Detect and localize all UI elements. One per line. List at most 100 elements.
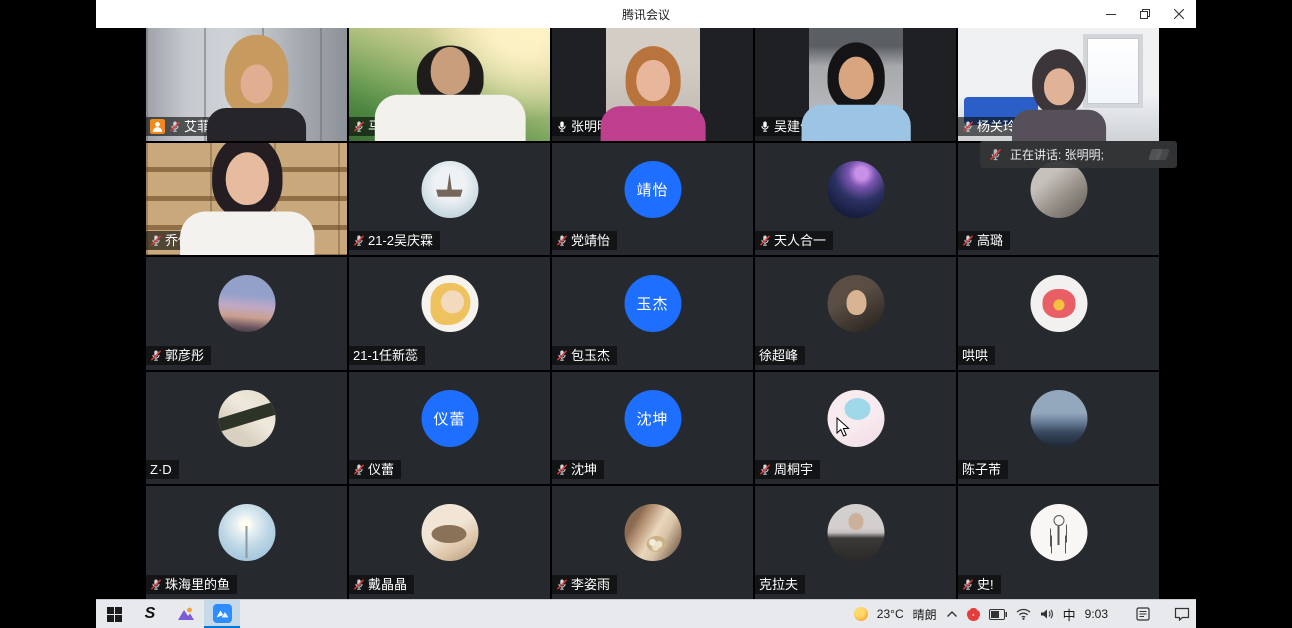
window-titlebar[interactable]: 腾讯会议 [96,0,1196,28]
wifi-icon[interactable] [1016,608,1031,620]
participant-name-label: Z·D [146,460,179,479]
participant-avatar: 玉杰 [624,275,681,332]
participant-tile[interactable]: 马院-刘韵秋 [349,28,550,141]
participant-video [349,28,550,141]
participant-name: 克拉夫 [759,577,798,592]
participant-tile[interactable]: 哄哄 [958,257,1159,370]
desktop-screen: 腾讯会议 [96,0,1196,628]
participant-avatar [1030,390,1087,447]
participant-name: 仪蕾 [368,462,394,477]
participant-name: 李姿雨 [571,577,610,592]
participant-name-label: 21-1任新蕊 [349,346,425,365]
participant-name-label: 天人合一 [755,231,833,250]
participant-tile[interactable]: 郭彦彤 [146,257,347,370]
volume-icon[interactable] [1040,608,1054,620]
participant-name: 党靖怡 [571,233,610,248]
participant-name: 徐超峰 [759,348,798,363]
mic-muted-icon [150,578,162,591]
tencent-meeting-app-icon [213,604,232,623]
participant-name-label: 党靖怡 [552,231,617,250]
participant-name-label: 克拉夫 [755,575,805,594]
participant-tile[interactable]: 吴建伟 [755,28,956,141]
participant-tile[interactable]: 玉杰 包玉杰 [552,257,753,370]
tray-chevron-up-icon[interactable] [946,610,958,618]
mic-muted-icon [759,234,771,247]
tray-flower-app-icon[interactable] [967,608,980,621]
participant-silhouette [146,143,347,256]
mic-muted-icon [962,578,974,591]
participant-name: 天人合一 [774,233,826,248]
tencent-meeting-window: 腾讯会议 [96,0,1196,599]
maximize-icon [1140,9,1150,19]
participant-tile[interactable]: Z·D [146,372,347,485]
participant-tile[interactable]: 史! [958,486,1159,599]
mic-muted-icon [556,578,568,591]
participant-tile[interactable]: 沈坤 沈坤 [552,372,753,485]
s-app-icon: S [145,605,156,623]
clock[interactable]: 9:03 [1085,607,1108,621]
participant-avatar [218,275,275,332]
participant-tile[interactable]: 乔倩—马院 [146,143,347,256]
participant-name: Z·D [150,462,172,477]
participant-avatar: 仪蕾 [421,390,478,447]
maximize-button[interactable] [1128,0,1162,28]
participant-avatar [421,275,478,332]
taskbar-app-mountain[interactable] [168,600,204,628]
participant-tile[interactable]: 张明明 [552,28,753,141]
notes-tray-icon[interactable] [1136,607,1150,621]
battery-icon[interactable] [989,609,1007,620]
participant-tile[interactable]: 徐超峰 [755,257,956,370]
participant-avatar: 靖怡 [624,161,681,218]
participant-name-label: 周桐宇 [755,460,820,479]
participant-tile[interactable]: 艾菲 [146,28,347,141]
participant-name: 戴晶晶 [368,577,407,592]
participant-avatar [827,161,884,218]
taskbar-app-tencent-meeting[interactable] [204,600,240,628]
participant-tile[interactable]: 周桐宇 [755,372,956,485]
taskbar-app-s[interactable]: S [132,600,168,628]
minimize-button[interactable] [1094,0,1128,28]
participant-silhouette [146,28,347,141]
participant-tile[interactable]: 靖怡 党靖怡 [552,143,753,256]
speaking-toast-text: 正在讲话: 张明明; [1010,146,1104,163]
participant-tile[interactable]: 戴晶晶 [349,486,550,599]
action-center-icon[interactable] [1174,607,1190,621]
participant-avatar: 沈坤 [624,390,681,447]
weather-sun-icon[interactable] [854,607,868,621]
mic-muted-icon [759,463,771,476]
participant-tile[interactable]: 李姿雨 [552,486,753,599]
participant-avatar [1030,161,1087,218]
participant-name-label: 包玉杰 [552,346,617,365]
avatar-initials: 沈坤 [636,408,668,429]
participant-name-label: 沈坤 [552,460,604,479]
participant-name-label: 哄哄 [958,346,995,365]
weather-condition[interactable]: 晴朗 [913,606,937,623]
mountain-app-icon [177,606,195,622]
participant-video [146,143,347,256]
participant-name-label: 徐超峰 [755,346,805,365]
participant-tile[interactable]: 陈子芾 [958,372,1159,485]
participant-avatar [1030,504,1087,561]
participant-tile[interactable]: 21-2吴庆霖 [349,143,550,256]
participant-tile[interactable]: 21-1任新蕊 [349,257,550,370]
avatar-initials: 靖怡 [636,179,668,200]
weather-temperature[interactable]: 23°C [877,607,904,621]
participant-silhouette [552,28,753,141]
mic-muted-icon [962,234,974,247]
participant-avatar [624,504,681,561]
meeting-content-area: 艾菲 马院-刘韵秋 [96,28,1196,599]
close-button[interactable] [1162,0,1196,28]
participant-name: 21-1任新蕊 [353,348,418,363]
participant-video [146,28,347,141]
participant-tile[interactable]: 仪蕾 仪蕾 [349,372,550,485]
participant-tile[interactable]: 杨关玲子-马院 [958,28,1159,141]
participant-name: 郭彦彤 [165,348,204,363]
participant-name-label: 珠海里的鱼 [146,575,237,594]
participant-tile[interactable]: 克拉夫 [755,486,956,599]
mic-muted-icon [353,234,365,247]
participant-name-label: 李姿雨 [552,575,617,594]
participant-tile[interactable]: 天人合一 [755,143,956,256]
participant-tile[interactable]: 珠海里的鱼 [146,486,347,599]
ime-indicator[interactable]: 中 [1063,605,1076,624]
start-button[interactable] [96,600,132,628]
